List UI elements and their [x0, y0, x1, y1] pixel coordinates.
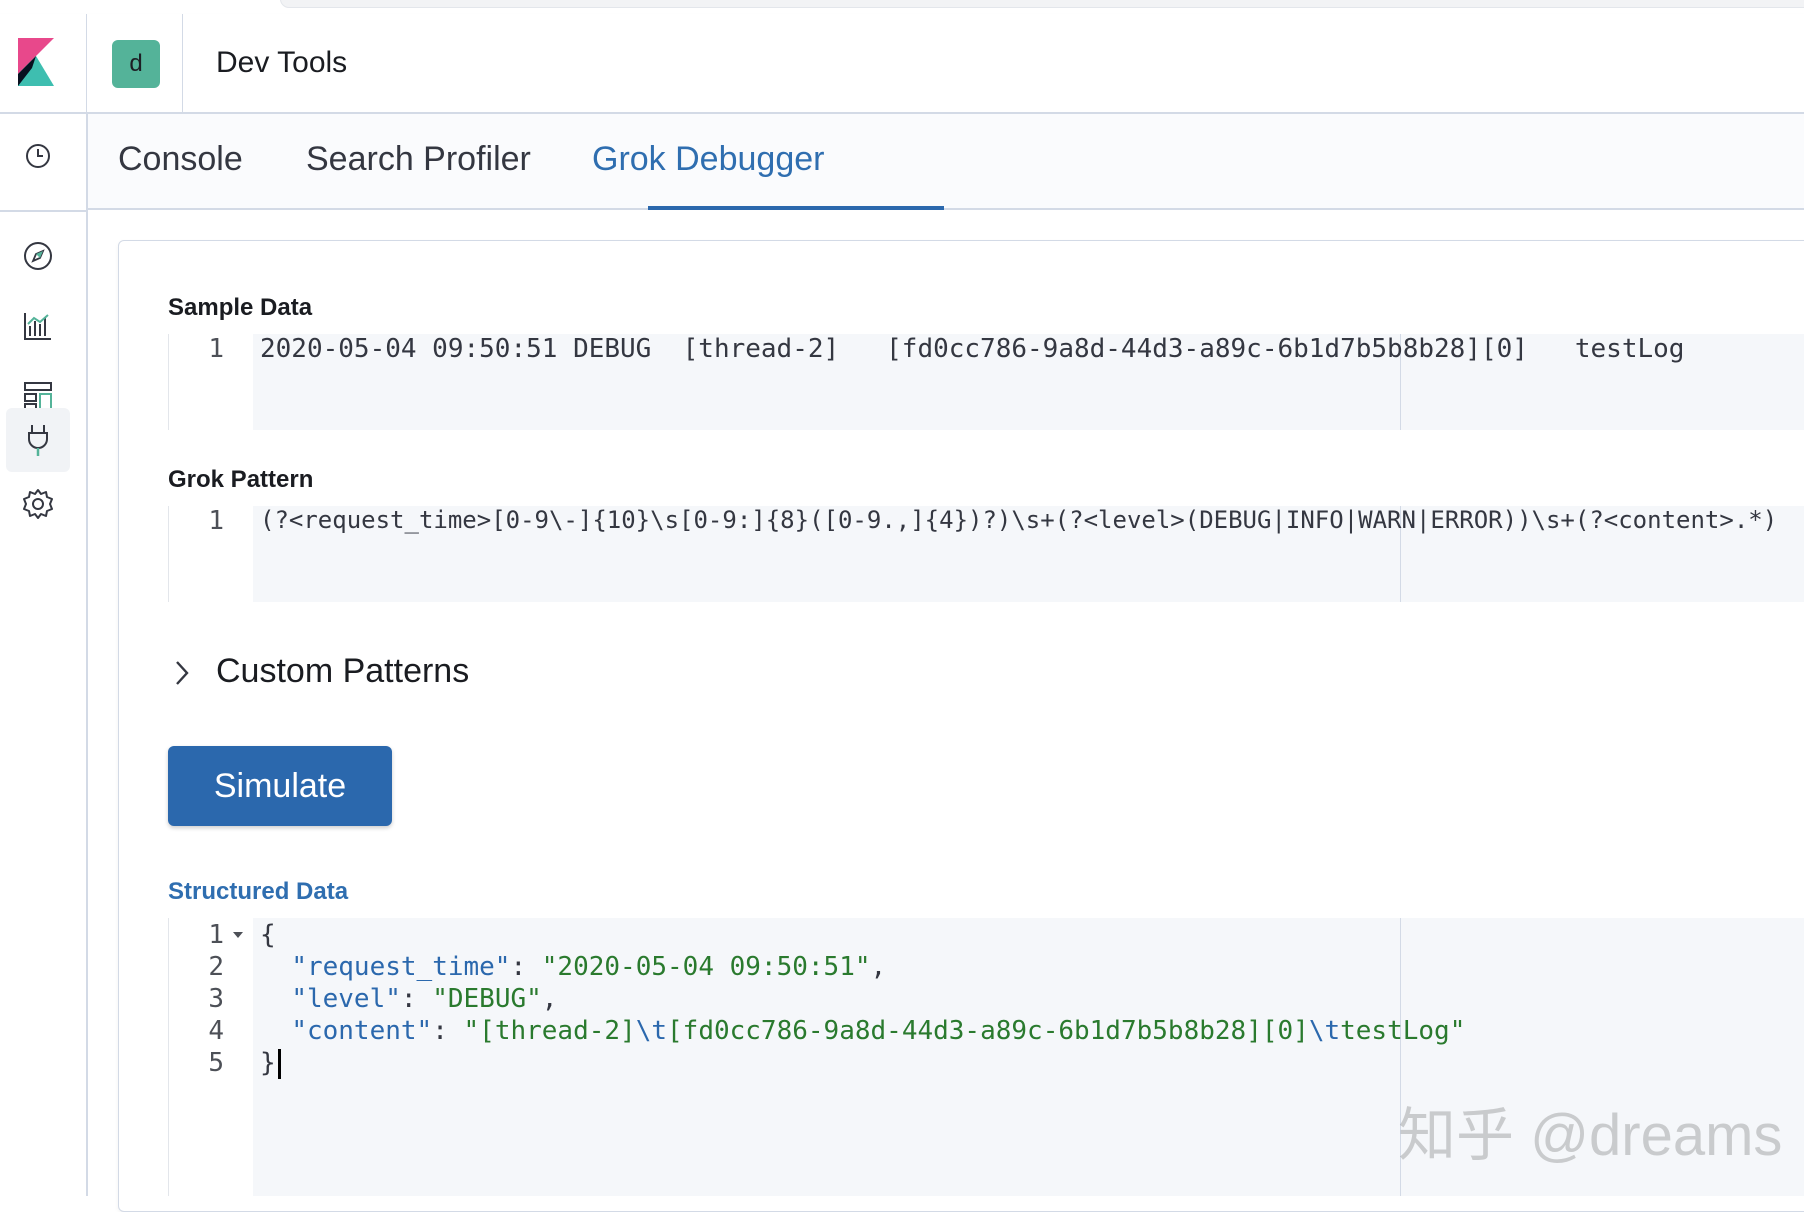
json-value-part: [fd0cc786-9a8d-44d3-a89c-6b1d7b5b8b28][0… — [667, 1016, 1309, 1046]
json-line-5: } — [260, 1048, 281, 1079]
clock-icon — [26, 144, 50, 168]
custom-patterns-toggle[interactable]: Custom Patterns — [216, 652, 469, 691]
json-key: "level" — [291, 984, 401, 1014]
page-title: Dev Tools — [216, 46, 348, 79]
json-value-part: "[thread-2] — [463, 1016, 636, 1046]
json-escape: \t — [1308, 1016, 1341, 1046]
gear-icon — [23, 489, 53, 519]
line-number: 4 — [208, 1016, 224, 1046]
space-selector-cell: d — [86, 14, 183, 112]
line-number: 1 — [208, 334, 224, 364]
line-number: 2 — [208, 952, 224, 982]
json-escape: \t — [635, 1016, 668, 1046]
sample-data-label: Sample Data — [168, 294, 313, 321]
json-key: "content" — [291, 1016, 433, 1046]
dev-tools-item[interactable] — [6, 408, 70, 472]
json-colon: : — [432, 1016, 464, 1046]
json-key: "request_time" — [291, 952, 511, 982]
simulate-button[interactable]: Simulate — [168, 746, 392, 826]
devtools-icon — [28, 425, 48, 456]
compass-icon — [24, 242, 52, 270]
discover-item[interactable] — [6, 224, 70, 288]
tab-console[interactable]: Console — [118, 114, 243, 208]
logo-cell — [0, 14, 87, 112]
json-comma: , — [541, 984, 558, 1014]
nav-divider — [0, 210, 86, 212]
tab-grok-debugger[interactable]: Grok Debugger — [592, 114, 824, 208]
grok-pattern-label: Grok Pattern — [168, 466, 314, 493]
json-value: "DEBUG" — [432, 984, 542, 1014]
structured-data-label: Structured Data — [168, 878, 349, 905]
line-number: 5 — [208, 1048, 224, 1078]
dev-tools-tabs: Console Search Profiler Grok Debugger — [88, 114, 1804, 210]
space-avatar[interactable]: d — [112, 40, 160, 88]
sample-data-text: 2020-05-04 09:50:51 DEBUG [thread-2] [fd… — [260, 334, 1685, 364]
json-value: "2020-05-04 09:50:51" — [541, 952, 871, 982]
line-number: 3 — [208, 984, 224, 1014]
address-bar-edge — [280, 0, 1804, 8]
side-navigation — [0, 114, 88, 1196]
kibana-logo-icon[interactable] — [18, 38, 58, 86]
management-item[interactable] — [6, 472, 70, 536]
text-cursor — [277, 1048, 281, 1079]
json-value-part: testLog" — [1340, 1016, 1466, 1046]
chevron-right-icon[interactable] — [170, 658, 194, 688]
tab-search-profiler[interactable]: Search Profiler — [306, 114, 531, 208]
sample-data-editor[interactable]: 1 2020-05-04 09:50:51 DEBUG [thread-2] [… — [168, 334, 1804, 430]
watermark: 知乎 @dreams — [1398, 1103, 1783, 1168]
recently-viewed-item[interactable] — [6, 124, 70, 188]
grok-pattern-editor[interactable]: 1 (?<request_time>[0-9\-]{10}\s[0-9:]{8}… — [168, 506, 1804, 602]
line-number: 1 — [208, 920, 224, 950]
browser-top-strip — [0, 0, 1804, 15]
json-comma: , — [870, 952, 887, 982]
open-brace: { — [260, 920, 276, 950]
visualize-item[interactable] — [6, 294, 70, 358]
json-colon: : — [510, 952, 542, 982]
json-colon: : — [400, 984, 433, 1014]
fold-caret-icon[interactable] — [232, 930, 244, 940]
visualize-icon — [24, 313, 51, 340]
grok-pattern-text: (?<request_time>[0-9\-]{10}\s[0-9:]{8}([… — [260, 506, 1778, 534]
close-brace: } — [260, 1048, 276, 1078]
json-line-4: "content": "[thread-2]\t[fd0cc786-9a8d-4… — [260, 1016, 1465, 1046]
active-tab-indicator — [648, 206, 944, 210]
json-line-1: { — [260, 920, 276, 950]
json-line-2: "request_time": "2020-05-04 09:50:51", — [260, 952, 886, 982]
line-number: 1 — [208, 506, 224, 536]
json-line-3: "level": "DEBUG", — [260, 984, 557, 1014]
app-header: d Dev Tools — [0, 14, 1804, 114]
